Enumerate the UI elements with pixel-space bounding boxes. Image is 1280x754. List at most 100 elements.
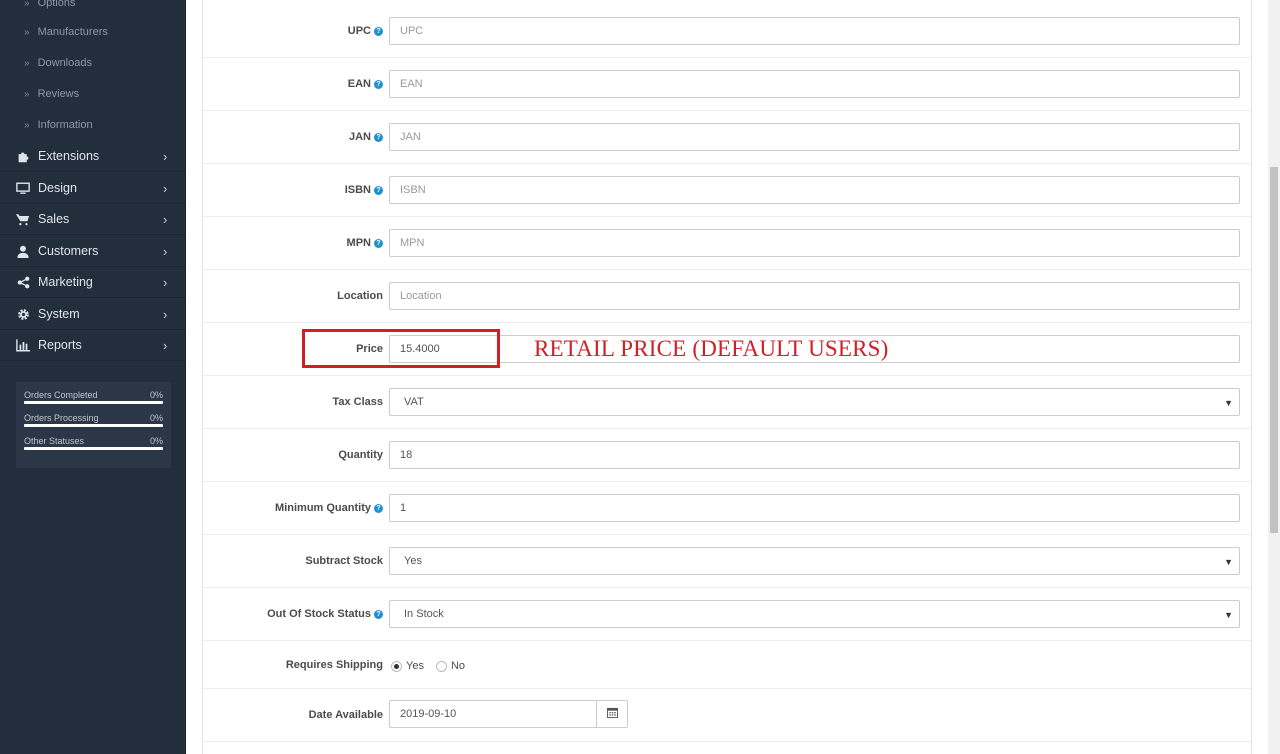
date-available-value: 2019-09-10 — [400, 708, 457, 720]
help-icon[interactable]: ? — [374, 132, 383, 142]
monitor-icon — [16, 181, 30, 195]
minimum-quantity-input[interactable] — [389, 494, 1240, 522]
cog-icon — [16, 307, 30, 321]
help-icon[interactable]: ? — [374, 79, 383, 89]
stat-progress-fill — [24, 447, 163, 450]
form-row-minimum-quantity: Minimum Quantity? — [203, 482, 1251, 535]
sidebar-item-label: System — [38, 307, 80, 321]
requires-shipping-label-text: Requires Shipping — [285, 659, 383, 671]
radio-yes-label: Yes — [406, 660, 424, 672]
stat-orders-processing: Orders Processing 0% — [24, 411, 163, 427]
sidebar-item-label: Customers — [38, 244, 99, 258]
stat-label: Other Statuses — [24, 435, 85, 446]
sidebar-subitem-label: Downloads — [37, 57, 92, 69]
form-row-date-available: Date Available 2019-09-10 — [203, 689, 1251, 742]
form-row-out-of-stock-status: Out Of Stock Status? In Stock ▼ — [203, 588, 1251, 641]
tax-class-label-text: Tax Class — [332, 396, 383, 408]
form-row-subtract-stock: Subtract Stock Yes ▼ — [203, 535, 1251, 588]
form-row-location: Location — [203, 270, 1251, 323]
radio-yes[interactable] — [391, 660, 402, 672]
sidebar-item-customers[interactable]: Customers › — [0, 236, 185, 267]
sidebar-item-design[interactable]: Design › — [0, 173, 185, 204]
sidebar-subitem-options[interactable]: » Options — [24, 0, 75, 13]
requires-shipping-yes-option[interactable]: Yes — [391, 660, 424, 672]
upc-label: UPC? — [348, 25, 383, 37]
radio-no-label: No — [450, 660, 466, 672]
subtract-stock-label: Subtract Stock — [305, 555, 383, 567]
sidebar-item-label: Sales — [38, 212, 70, 226]
subtract-stock-select[interactable]: Yes ▼ — [389, 547, 1240, 575]
isbn-input[interactable] — [389, 176, 1240, 204]
quantity-input[interactable] — [389, 441, 1240, 469]
sidebar-item-reports[interactable]: Reports › — [0, 330, 185, 361]
chevron-double-right-icon: » — [24, 26, 30, 38]
sidebar-subitem-information[interactable]: » Information — [24, 115, 93, 135]
form-row-jan: JAN? — [203, 111, 1251, 164]
calendar-button[interactable] — [596, 700, 628, 728]
sidebar-subitem-label: Reviews — [37, 88, 80, 100]
sidebar-subitem-manufacturers[interactable]: » Manufacturers — [24, 22, 108, 42]
order-stats-panel: Orders Completed 0% Orders Processing 0% O… — [16, 382, 171, 468]
chevron-double-right-icon: » — [24, 0, 30, 9]
share-icon — [16, 275, 30, 289]
tax-class-select[interactable]: VAT ▼ — [389, 388, 1240, 416]
location-input[interactable] — [389, 282, 1240, 310]
sidebar-subitem-label: Options — [37, 0, 76, 9]
stat-label: Orders Processing — [24, 412, 99, 423]
sidebar-subitem-reviews[interactable]: » Reviews — [24, 84, 79, 104]
bar-chart-icon — [16, 338, 30, 352]
date-available-input[interactable]: 2019-09-10 — [389, 700, 597, 728]
chevron-double-right-icon: » — [24, 57, 30, 69]
form-row-upc: UPC? — [203, 5, 1251, 58]
chevron-right-icon: › — [163, 180, 168, 196]
sidebar-item-extensions[interactable]: Extensions › — [0, 141, 185, 172]
sidebar-item-sales[interactable]: Sales › — [0, 204, 185, 235]
upc-input[interactable] — [389, 17, 1240, 45]
stat-progress-bar — [24, 447, 163, 450]
requires-shipping-radio-group: Yes No — [391, 660, 477, 672]
help-icon[interactable]: ? — [374, 26, 383, 36]
sidebar-item-label: Marketing — [38, 275, 93, 289]
upc-label-text: UPC — [347, 25, 371, 37]
mpn-input[interactable] — [389, 229, 1240, 257]
mpn-label-text: MPN — [346, 237, 371, 249]
jan-input[interactable] — [389, 123, 1240, 151]
isbn-label-text: ISBN — [344, 184, 371, 196]
calendar-icon — [606, 707, 618, 721]
help-icon[interactable]: ? — [374, 503, 383, 513]
stat-label: Orders Completed — [24, 389, 98, 400]
radio-no[interactable] — [435, 660, 447, 672]
ean-label: EAN? — [348, 78, 383, 90]
sidebar-item-label: Extensions — [38, 149, 100, 163]
form-row-requires-shipping: Requires Shipping Yes No — [203, 641, 1251, 689]
form-row-isbn: ISBN? — [203, 164, 1251, 217]
requires-shipping-no-option[interactable]: No — [435, 660, 466, 672]
chevron-right-icon: › — [163, 243, 168, 259]
help-icon[interactable]: ? — [374, 185, 383, 195]
stat-progress-fill — [24, 424, 163, 427]
stat-progress-fill — [24, 401, 163, 404]
help-icon[interactable]: ? — [374, 238, 383, 248]
annotation-text: RETAIL PRICE (DEFAULT USERS) — [534, 336, 889, 361]
ean-input[interactable] — [389, 70, 1240, 98]
scrollbar-thumb[interactable] — [1270, 167, 1278, 533]
sidebar-item-system[interactable]: System › — [0, 299, 185, 330]
subtract-stock-selected: Yes — [404, 555, 422, 567]
chevron-right-icon: › — [163, 211, 168, 227]
requires-shipping-label: Requires Shipping — [286, 659, 383, 671]
tax-class-selected: VAT — [404, 396, 424, 408]
jan-label-text: JAN — [348, 131, 371, 143]
page-scrollbar[interactable] — [1268, 0, 1280, 754]
out-of-stock-status-select[interactable]: In Stock ▼ — [389, 600, 1240, 628]
stat-progress-bar — [24, 401, 163, 404]
sidebar-item-label: Reports — [38, 338, 82, 352]
help-icon[interactable]: ? — [374, 609, 383, 619]
dropdown-caret-icon: ▼ — [1224, 557, 1233, 567]
location-label: Location — [337, 290, 383, 302]
sidebar-item-marketing[interactable]: Marketing › — [0, 267, 185, 298]
sidebar-subitem-downloads[interactable]: » Downloads — [24, 53, 92, 73]
sidebar: » Options » Manufacturers » Downloads » Revi… — [0, 0, 186, 754]
minimum-quantity-label-text: Minimum Quantity — [275, 502, 371, 514]
out-of-stock-status-label-text: Out Of Stock Status — [267, 608, 371, 620]
chevron-double-right-icon: » — [24, 119, 30, 131]
